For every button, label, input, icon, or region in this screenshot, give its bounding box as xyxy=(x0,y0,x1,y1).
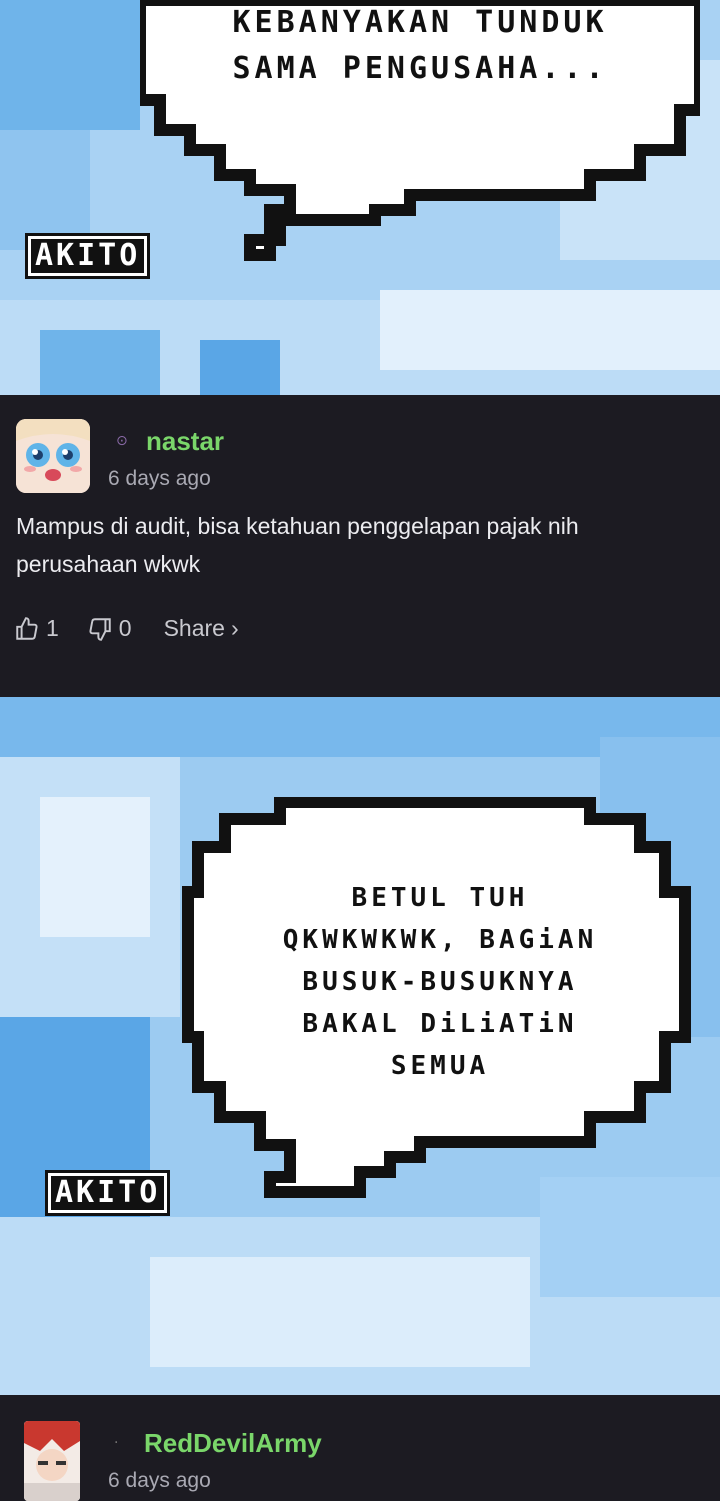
bubble-line: SAMA PENGUSAHA... xyxy=(232,51,608,86)
speaker-label: AKITO xyxy=(24,233,151,279)
comment-card: · RedDevilArmy 6 days ago xyxy=(0,1395,720,1501)
manga-panel-2: BETUL TUH QKWKWKWK, BAGiAN BUSUK-BUSUKNY… xyxy=(0,697,720,1395)
bubble-line: BAKAL DiLiATiN xyxy=(302,1009,578,1039)
avatar[interactable] xyxy=(16,419,90,493)
status-dot-icon: ⊙ xyxy=(116,433,128,449)
timestamp: 6 days ago xyxy=(108,467,211,490)
like-button[interactable]: 1 xyxy=(14,615,59,642)
chevron-right-icon: › xyxy=(230,615,239,641)
bubble-line: BETUL TUH xyxy=(351,883,529,913)
bubble-line: BUSUK-BUSUKNYA xyxy=(302,967,578,997)
username[interactable]: RedDevilArmy xyxy=(144,1428,322,1459)
speaker-label: AKITO xyxy=(44,1170,171,1216)
comment-text: Mampus di audit, bisa ketahuan penggelap… xyxy=(16,513,579,577)
comment-card: ⊙ nastar 6 days ago Mampus di audit, bis… xyxy=(0,395,720,697)
dislike-count: 0 xyxy=(118,615,132,641)
comment-actions: 1 0 Share › xyxy=(14,615,267,642)
status-dot-icon: · xyxy=(114,1435,119,1451)
avatar[interactable] xyxy=(24,1421,80,1501)
manga-panel-1: KEBANYAKAN TUNDUK SAMA PENGUSAHA... AKIT… xyxy=(0,0,720,395)
like-count: 1 xyxy=(46,615,59,641)
dislike-button[interactable]: 0 xyxy=(87,615,132,642)
bubble-line: QKWKWKWK, BAGiAN xyxy=(282,925,598,955)
anime-face-avatar-icon xyxy=(16,419,90,493)
username[interactable]: nastar xyxy=(146,426,224,457)
speech-bubble: BETUL TUH QKWKWKWK, BAGiAN BUSUK-BUSUKNY… xyxy=(180,797,700,1217)
share-label: Share xyxy=(163,615,225,641)
thumbs-down-icon xyxy=(89,617,111,641)
speech-bubble: KEBANYAKAN TUNDUK SAMA PENGUSAHA... xyxy=(140,0,700,280)
bubble-line: KEBANYAKAN TUNDUK xyxy=(232,5,608,40)
share-button[interactable]: Share › xyxy=(164,615,239,642)
thumbs-up-icon xyxy=(16,616,38,640)
bubble-line: SEMUA xyxy=(390,1051,490,1081)
anime-character-avatar-icon xyxy=(24,1421,80,1501)
timestamp: 6 days ago xyxy=(108,1469,211,1492)
